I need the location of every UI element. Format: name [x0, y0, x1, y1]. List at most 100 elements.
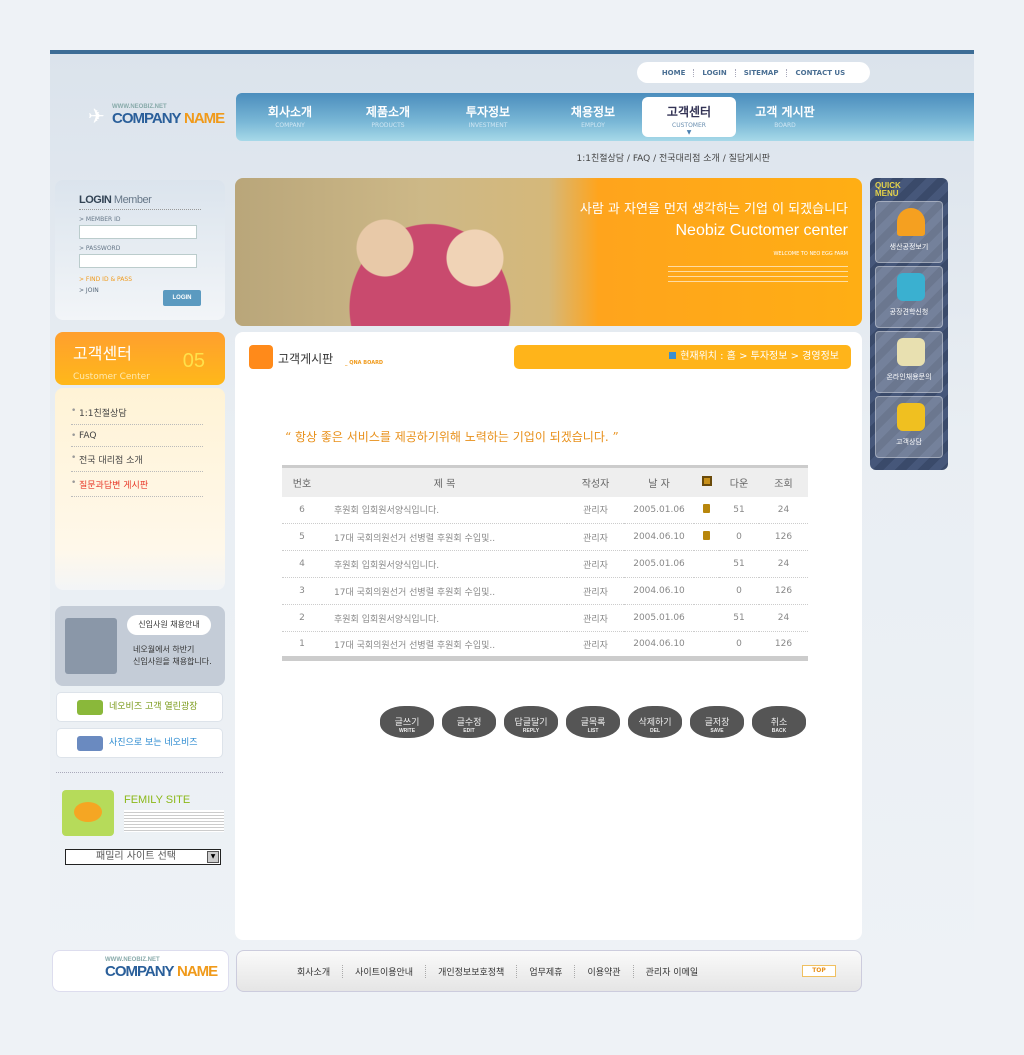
family-site-description [124, 810, 224, 832]
side-menu-item[interactable]: 1:1친절상담 [71, 400, 203, 425]
cell-date: 2005.01.06 [624, 604, 694, 632]
table-row[interactable]: 1 17대 국회의원선거 선병렬 후원회 수입및.. 관리자 2004.06.10 0 1… [282, 631, 808, 659]
cell-no: 1 [282, 631, 322, 659]
photo-banner[interactable]: 사진으로 보는 네오비즈 [56, 728, 223, 758]
footer-link[interactable]: 이용약관 [575, 964, 634, 978]
edit-button[interactable]: 글수정 EDIT [442, 706, 496, 738]
table-row[interactable]: 2 후원회 입회원서양식입니다. 관리자 2005.01.06 51 24 [282, 604, 808, 632]
cell-date: 2004.06.10 [624, 523, 694, 551]
footer-link[interactable]: 사이트이용안내 [343, 964, 427, 978]
col-file [694, 466, 719, 497]
recruit-text: 네오월에서 하반기 신입사원을 채용합니다. [133, 645, 212, 666]
cell-author: 관리자 [567, 496, 624, 524]
nav-products[interactable]: 제품소개 PRODUCTS [340, 93, 436, 141]
cell-no: 4 [282, 550, 322, 578]
sub-nav[interactable]: 1:1친절상담 / FAQ / 전국대리점 소개 / 질답게시판 [540, 151, 770, 164]
cell-file [694, 496, 719, 524]
nav-board[interactable]: 고객 게시판 BOARD [737, 93, 833, 141]
footer-link[interactable]: 업무제휴 [517, 964, 576, 978]
cell-author: 관리자 [567, 523, 624, 551]
col-author: 작성자 [567, 466, 624, 497]
side-menu: 1:1친절상담 FAQ 전국 대리점 소개 질문과답변 게시판 [55, 388, 225, 590]
back-button[interactable]: 취소 BACK [752, 706, 806, 738]
login-button[interactable]: LOGIN [163, 290, 201, 306]
row-title-link[interactable]: 17대 국회의원선거 선병렬 후원회 수입및.. [322, 631, 567, 659]
quick-menu: QUICK MENU 생산공정보기 공장견학신청 온라인채용문의 고객상담 [870, 178, 948, 470]
board-buttons: 글쓰기 WRITE 글수정 EDIT 답글달기 REPLY 글목록 LIST 삭제하기 DEL 글저… [380, 706, 806, 738]
table-row[interactable]: 4 후원회 입회원서양식입니다. 관리자 2005.01.06 51 24 [282, 550, 808, 578]
table-row[interactable]: 3 17대 국회의원선거 선병렬 후원회 수입및.. 관리자 2004.06.10 0 1… [282, 577, 808, 605]
cell-down: 0 [719, 523, 759, 551]
row-title-link[interactable]: 후원회 입회원서양식입니다. [322, 496, 567, 524]
open-plaza-banner[interactable]: 네오비즈 고객 열린광장 [56, 692, 223, 722]
col-date: 날 자 [624, 466, 694, 497]
recruit-bubble: 신입사원 채용안내 [127, 615, 211, 635]
side-menu-item[interactable]: 전국 대리점 소개 [71, 447, 203, 472]
find-id-link[interactable]: > FIND ID & PASS [79, 276, 201, 283]
recruit-banner[interactable]: 신입사원 채용안내 네오월에서 하반기 신입사원을 채용합니다. [55, 606, 225, 686]
quick-item-tour[interactable]: 공장견학신청 [875, 266, 943, 328]
col-down: 다운 [719, 466, 759, 497]
password-input[interactable] [79, 254, 197, 268]
password-label: > PASSWORD [79, 245, 121, 252]
cell-down: 0 [719, 631, 759, 659]
hardhat-icon [897, 208, 925, 236]
write-button[interactable]: 글쓰기 WRITE [380, 706, 434, 738]
home-link[interactable]: HOME [654, 68, 695, 77]
footer-link[interactable]: 회사소개 [285, 964, 344, 978]
cell-date: 2005.01.06 [624, 550, 694, 578]
cell-views: 126 [759, 523, 808, 551]
children-photo [315, 188, 545, 326]
row-title-link[interactable]: 후원회 입회원서양식입니다. [322, 604, 567, 632]
map-icon [897, 338, 925, 366]
family-site-title: FEMILY SITE [124, 794, 191, 806]
sitemap-link[interactable]: SITEMAP [736, 68, 788, 77]
footer-logo[interactable]: WWW.NEOBIZ.NET COMPANY NAME [52, 950, 229, 992]
table-row[interactable]: 5 17대 국회의원선거 선병렬 후원회 수입및.. 관리자 2004.06.10 0 1… [282, 523, 808, 551]
cell-no: 5 [282, 523, 322, 551]
nav-employ[interactable]: 채용정보 EMPLOY [545, 93, 641, 141]
footer-link[interactable]: 관리자 이메일 [634, 965, 711, 978]
login-title: LOGIN Member [79, 194, 201, 210]
attachment-icon[interactable] [703, 503, 710, 513]
hero-title: Neobiz Cuctomer center [675, 222, 848, 239]
side-menu-item[interactable]: FAQ [71, 425, 203, 447]
quick-item-process[interactable]: 생산공정보기 [875, 201, 943, 263]
row-title-link[interactable]: 17대 국회의원선거 선병렬 후원회 수입및.. [322, 577, 567, 605]
list-button[interactable]: 글목록 LIST [566, 706, 620, 738]
member-id-input[interactable] [79, 225, 197, 239]
hero-welcome: WELCOME TO NEO EGG FARM [773, 251, 848, 257]
attachment-icon[interactable] [703, 531, 710, 540]
page-subtitle: _ QNA BOARD [345, 360, 384, 366]
nav-customer[interactable]: 고객센터 CUSTOMER [642, 97, 736, 137]
footer-link[interactable]: 개인정보보호정책 [426, 964, 518, 978]
login-link[interactable]: LOGIN [694, 68, 736, 77]
dropdown-arrow-icon[interactable]: ▼ [207, 851, 219, 863]
logo[interactable]: WWW.NEOBIZ.NET COMPANY NAME [112, 104, 225, 128]
row-title-link[interactable]: 17대 국회의원선거 선병렬 후원회 수입및.. [322, 523, 567, 551]
quick-item-consult[interactable]: 고객상담 [875, 396, 943, 458]
photo-icon [77, 736, 103, 751]
side-menu-item-current[interactable]: 질문과답변 게시판 [71, 472, 203, 497]
main-nav: 회사소개 COMPANY 제품소개 PRODUCTS 투자정보 INVESTMENT … [236, 93, 974, 141]
cell-file [694, 604, 719, 632]
contact-link[interactable]: CONTACT US [787, 69, 853, 77]
save-button[interactable]: 글저장 SAVE [690, 706, 744, 738]
row-title-link[interactable]: 후원회 입회원서양식입니다. [322, 550, 567, 578]
hero-fine-text [668, 262, 848, 284]
cell-down: 51 [719, 550, 759, 578]
table-row[interactable]: 6 후원회 입회원서양식입니다. 관리자 2005.01.06 51 24 [282, 496, 808, 524]
family-site-select[interactable]: 패밀리 사이트 선택 ▼ [65, 849, 221, 865]
top-button[interactable]: TOP [802, 965, 836, 977]
hero-slogan: 사람 과 자연을 먼저 생각하는 기업 이 되겠습니다 [579, 202, 848, 217]
del-button[interactable]: 삭제하기 DEL [628, 706, 682, 738]
cell-no: 6 [282, 496, 322, 524]
cell-author: 관리자 [567, 550, 624, 578]
nav-company[interactable]: 회사소개 COMPANY [242, 93, 338, 141]
nav-investment[interactable]: 투자정보 INVESTMENT [440, 93, 536, 141]
cell-file [694, 550, 719, 578]
cell-views: 24 [759, 496, 808, 524]
quick-item-recruit[interactable]: 온라인채용문의 [875, 331, 943, 393]
reply-button[interactable]: 답글달기 REPLY [504, 706, 558, 738]
cell-views: 24 [759, 550, 808, 578]
